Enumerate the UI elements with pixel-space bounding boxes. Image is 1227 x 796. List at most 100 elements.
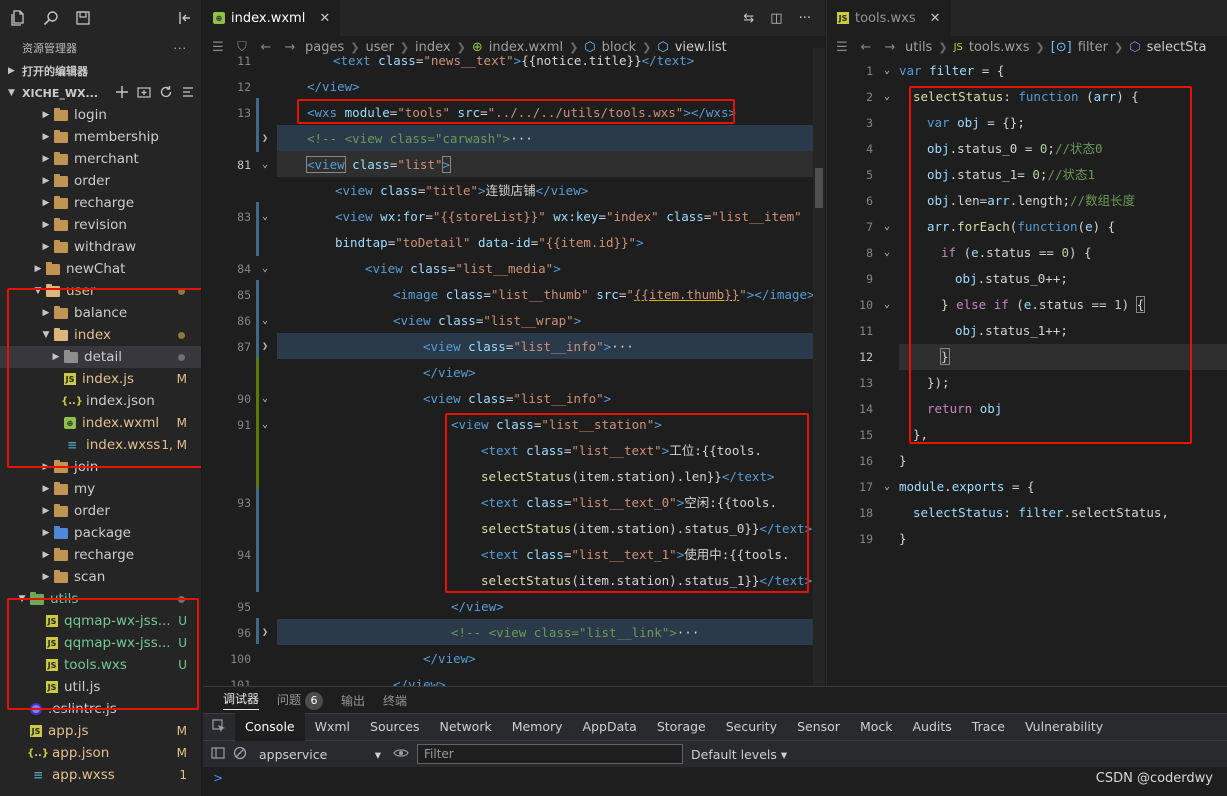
tree-folder[interactable]: ▼ user [0, 280, 201, 302]
scrollbar-thumb[interactable] [815, 168, 823, 208]
tree-file[interactable]: JS app.js M [0, 720, 201, 742]
eye-icon[interactable] [393, 747, 409, 762]
tree-folder[interactable]: ▶ merchant [0, 148, 201, 170]
tree-folder[interactable]: ▼ utils [0, 588, 201, 610]
sidebar-toggle-icon[interactable] [211, 746, 225, 763]
tree-item-label: app.wxss [52, 767, 115, 783]
tab-debugger[interactable]: 调试器 [223, 690, 260, 710]
devtools-tab[interactable]: Mock [850, 713, 903, 741]
devtools-tab[interactable]: Vulnerability [1015, 713, 1113, 741]
more-icon[interactable]: ··· [799, 11, 811, 26]
breadcrumb-item[interactable]: tools.wxs [969, 40, 1030, 55]
chevron-right-icon: ▶ [42, 506, 50, 516]
breadcrumb: ☰ ← → utils ❯ JS tools.wxs ❯ [⊙] filter ❯ ⬡… [827, 36, 1227, 58]
tree-folder[interactable]: ▶ recharge [0, 192, 201, 214]
code-editor-index-wxml[interactable]: 11 <text class="news__text">{{notice.titl… [203, 48, 825, 686]
compare-icon[interactable]: ⇆ [743, 11, 754, 26]
forward-arrow-icon[interactable]: → [881, 40, 899, 55]
tree-folder[interactable]: ▶ package [0, 522, 201, 544]
tree-file[interactable]: {..} index.json [0, 390, 201, 412]
close-icon[interactable]: ✕ [930, 11, 941, 26]
devtools-tab[interactable]: Storage [647, 713, 716, 741]
devtools-tab[interactable]: Memory [502, 713, 573, 741]
tree-folder[interactable]: ▶ balance [0, 302, 201, 324]
tab-output[interactable]: 输出 [341, 692, 365, 709]
devtools-tab[interactable]: Sources [360, 713, 429, 741]
tree-file[interactable]: JS qqmap-wx-jss... U [0, 632, 201, 654]
tree-file[interactable]: ⊕ index.wxml M [0, 412, 201, 434]
toggle-panel-icon[interactable] [175, 9, 193, 27]
workspace-section[interactable]: ▼ XICHE_WX... [0, 82, 201, 104]
tree-folder[interactable]: ▶ login [0, 104, 201, 126]
tree-file[interactable]: ≡ app.wxss 1 [0, 764, 201, 786]
devtools-tab[interactable]: Console [235, 713, 305, 741]
devtools-tab[interactable]: AppData [573, 713, 647, 741]
chevron-down-icon: ▼ [8, 88, 15, 98]
tree-item-label: recharge [74, 195, 134, 211]
tree-folder[interactable]: ▶ my [0, 478, 201, 500]
tree-item-label: join [74, 459, 99, 475]
tab-tools-wxs[interactable]: JS tools.wxs ✕ [827, 0, 951, 36]
new-folder-icon[interactable] [137, 85, 151, 102]
tree-folder[interactable]: ▶ newChat [0, 258, 201, 280]
console-filter-input[interactable] [417, 744, 683, 764]
explorer-header: 资源管理器 ··· [0, 36, 201, 60]
more-actions-button[interactable]: ··· [174, 42, 188, 55]
tree-folder[interactable]: ▶ order [0, 500, 201, 522]
devtools-tab[interactable]: Wxml [305, 713, 360, 741]
list-icon[interactable]: ☰ [833, 40, 851, 55]
inspect-element-icon[interactable] [203, 718, 235, 736]
refresh-icon[interactable] [159, 85, 173, 102]
devtools-tab[interactable]: Sensor [787, 713, 850, 741]
tree-file[interactable]: JS qqmap-wx-jss... U [0, 610, 201, 632]
tree-file[interactable]: JS tools.wxs U [0, 654, 201, 676]
tab-label: tools.wxs [855, 10, 916, 26]
tree-folder[interactable]: ▶ revision [0, 214, 201, 236]
files-icon[interactable] [10, 9, 28, 27]
log-levels-select[interactable]: Default levels ▾ [691, 747, 787, 762]
breadcrumb-item[interactable]: selectSta [1147, 40, 1207, 55]
tree-file[interactable]: JS util.js [0, 676, 201, 698]
search-icon[interactable] [42, 9, 60, 27]
open-editors-section[interactable]: ▶ 打开的编辑器 [0, 60, 201, 82]
source-control-icon[interactable] [74, 9, 92, 27]
tree-file[interactable]: .eslintrc.js [0, 698, 201, 720]
console-toolbar: appservice ▾ Default levels ▾ [203, 741, 1227, 767]
back-arrow-icon[interactable]: ← [857, 40, 875, 55]
context-select[interactable]: appservice ▾ [255, 747, 385, 762]
tree-item-label: user [66, 283, 96, 299]
devtools-tab[interactable]: Trace [962, 713, 1015, 741]
collapse-all-icon[interactable] [181, 85, 195, 102]
tree-item-label: order [74, 173, 110, 189]
tree-file[interactable]: {..} app.json M [0, 742, 201, 764]
tree-folder[interactable]: ▶ order [0, 170, 201, 192]
devtools-tab[interactable]: Audits [903, 713, 962, 741]
tree-folder[interactable]: ▶ join [0, 456, 201, 478]
folder-icon [54, 195, 68, 209]
tree-folder[interactable]: ▶ detail [0, 346, 201, 368]
close-icon[interactable]: ✕ [319, 11, 330, 26]
folder-icon [54, 305, 68, 319]
tab-problems[interactable]: 问题 6 [277, 691, 324, 710]
tree-file[interactable]: JS index.js M [0, 368, 201, 390]
problems-count-badge: 6 [305, 691, 324, 710]
tree-folder[interactable]: ▼ index [0, 324, 201, 346]
tree-folder[interactable]: ▶ recharge [0, 544, 201, 566]
tree-file[interactable]: ≡ index.wxss 1, M [0, 434, 201, 456]
new-file-icon[interactable] [115, 85, 129, 102]
clear-console-icon[interactable] [233, 746, 247, 763]
tree-folder[interactable]: ▶ withdraw [0, 236, 201, 258]
log-levels-value: Default levels [691, 746, 777, 762]
breadcrumb-item[interactable]: filter [1078, 40, 1108, 55]
json-file-icon: {..} [61, 395, 83, 407]
code-editor-tools-wxs[interactable]: 1 ⌄ var filter = { 2 ⌄ selectStatus: functio… [827, 58, 1227, 686]
tree-folder[interactable]: ▶ scan [0, 566, 201, 588]
breadcrumb-item[interactable]: utils [905, 40, 932, 55]
tab-index-wxml[interactable]: ⊕ index.wxml ✕ [203, 0, 341, 36]
tab-terminal[interactable]: 终端 [383, 692, 407, 709]
console-prompt[interactable]: > [203, 767, 1227, 789]
devtools-tab[interactable]: Security [716, 713, 787, 741]
split-editor-icon[interactable]: ◫ [770, 11, 782, 26]
devtools-tab[interactable]: Network [430, 713, 502, 741]
tree-folder[interactable]: ▶ membership [0, 126, 201, 148]
